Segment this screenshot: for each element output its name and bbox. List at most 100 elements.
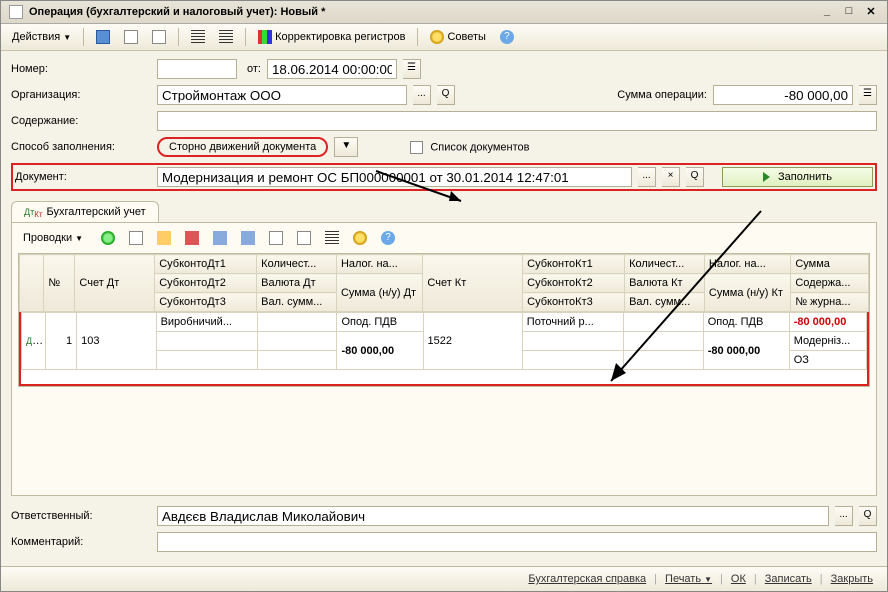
correction-label: Корректировка регистров bbox=[275, 31, 405, 43]
tab-accounting[interactable]: Бухгалтерский учет bbox=[11, 201, 159, 222]
col-subkt1[interactable]: СубконтоКт1 bbox=[523, 255, 625, 274]
sum-calc-button[interactable]: ☰ bbox=[859, 85, 877, 105]
tips-label: Советы bbox=[447, 31, 485, 43]
postings-menu[interactable]: Проводки ▼ bbox=[18, 230, 88, 246]
chevron-down-icon: ▼ bbox=[75, 234, 83, 243]
chevron-down-icon: ▼ bbox=[704, 575, 712, 584]
help-button[interactable]: ? bbox=[495, 28, 519, 46]
copy-row-button[interactable] bbox=[124, 229, 148, 247]
col-subdt1[interactable]: СубконтоДт1 bbox=[155, 255, 257, 274]
sub-btn-2[interactable] bbox=[292, 229, 316, 247]
org-label: Организация: bbox=[11, 89, 151, 101]
col-currdt[interactable]: Валюта Дт bbox=[257, 274, 337, 293]
sub-btn-4[interactable] bbox=[348, 229, 372, 247]
col-valsum-kt[interactable]: Вал. сумм... bbox=[625, 293, 705, 312]
print-label: Печать bbox=[665, 573, 701, 585]
accounting-report-link[interactable]: Бухгалтерская справка bbox=[524, 573, 650, 585]
window-doc-icon bbox=[9, 5, 23, 19]
tips-button[interactable]: Советы bbox=[425, 28, 490, 46]
add-row-button[interactable] bbox=[96, 229, 120, 247]
col-sum[interactable]: Сумма bbox=[791, 255, 869, 274]
toolbar-btn-4[interactable] bbox=[186, 28, 210, 46]
col-acc-dt[interactable]: Счет Дт bbox=[75, 255, 155, 312]
org-open-button[interactable]: Q bbox=[437, 85, 455, 105]
toolbar-btn-3[interactable] bbox=[147, 28, 171, 46]
col-journal[interactable]: № журна... bbox=[791, 293, 869, 312]
sub-btn-1[interactable] bbox=[264, 229, 288, 247]
content-label: Содержание: bbox=[11, 115, 151, 127]
doc-clear-button[interactable]: × bbox=[662, 167, 680, 187]
play-icon bbox=[763, 172, 770, 182]
doc-label: Документ: bbox=[15, 171, 151, 183]
col-num[interactable]: № bbox=[44, 255, 75, 312]
edit-row-button[interactable] bbox=[152, 229, 176, 247]
col-content[interactable]: Содержа... bbox=[791, 274, 869, 293]
doc-icon bbox=[124, 30, 138, 44]
col-tax-kt[interactable]: Налог. на... bbox=[704, 255, 790, 274]
date-input[interactable] bbox=[267, 59, 397, 79]
ok-button[interactable]: ОК bbox=[727, 573, 750, 585]
org-select-button[interactable]: ... bbox=[413, 85, 431, 105]
doc-input[interactable] bbox=[157, 167, 632, 187]
responsible-select-button[interactable]: ... bbox=[835, 506, 853, 526]
sum-input[interactable] bbox=[713, 85, 853, 105]
date-picker-button[interactable]: ☰ bbox=[403, 59, 421, 79]
number-label: Номер: bbox=[11, 63, 151, 75]
sub-btn-3[interactable] bbox=[320, 229, 344, 247]
sum-label: Сумма операции: bbox=[617, 89, 707, 101]
col-subdt2[interactable]: СубконтоДт2 bbox=[155, 274, 257, 293]
print-menu[interactable]: Печать ▼ bbox=[661, 573, 716, 585]
registers-correction-button[interactable]: Корректировка регистров bbox=[253, 28, 410, 46]
toolbar-btn-2[interactable] bbox=[119, 28, 143, 46]
actions-menu[interactable]: Действия ▼ bbox=[7, 29, 76, 45]
maximize-button[interactable]: □ bbox=[841, 5, 857, 19]
icon bbox=[353, 231, 367, 245]
titlebar: Операция (бухгалтерский и налоговый учет… bbox=[1, 1, 887, 24]
col-acc-kt[interactable]: Счет Кт bbox=[423, 255, 523, 312]
save-icon-button[interactable] bbox=[91, 28, 115, 46]
doc-icon bbox=[152, 30, 166, 44]
x-icon bbox=[185, 231, 199, 245]
responsible-input[interactable] bbox=[157, 506, 829, 526]
cell-subkt1: Поточний р... bbox=[522, 313, 623, 332]
col-qty[interactable]: Количест... bbox=[257, 255, 337, 274]
col-currkt[interactable]: Валюта Кт bbox=[625, 274, 705, 293]
col-valsum[interactable]: Вал. сумм... bbox=[257, 293, 337, 312]
doc-select-button[interactable]: ... bbox=[638, 167, 656, 187]
icon bbox=[325, 231, 339, 245]
toolbar-btn-5[interactable] bbox=[214, 28, 238, 46]
fill-method-dropdown[interactable]: ▼ bbox=[334, 137, 358, 157]
number-input[interactable] bbox=[157, 59, 237, 79]
col-subkt2[interactable]: СубконтоКт2 bbox=[523, 274, 625, 293]
close-link[interactable]: Закрыть bbox=[827, 573, 877, 585]
postings-grid[interactable]: № Счет Дт СубконтоДт1 Количест... Налог.… bbox=[18, 253, 870, 387]
col-tax[interactable]: Налог. на... bbox=[336, 255, 422, 274]
bulb-icon bbox=[430, 30, 444, 44]
save-button[interactable]: Записать bbox=[761, 573, 816, 585]
close-button[interactable]: ✕ bbox=[863, 5, 879, 19]
comment-input[interactable] bbox=[157, 532, 877, 552]
table-row[interactable]: 1 103 Виробничий... Опод. ПДВ 1522 Поточ… bbox=[22, 313, 867, 332]
col-sumnu-dt[interactable]: Сумма (н/у) Дт bbox=[336, 274, 422, 312]
content-input[interactable] bbox=[157, 111, 877, 131]
cell-acc-dt: 103 bbox=[77, 313, 156, 370]
cell-tax-dt: Опод. ПДВ bbox=[337, 313, 423, 332]
delete-row-button[interactable] bbox=[180, 229, 204, 247]
list-icon bbox=[219, 30, 233, 44]
minimize-button[interactable]: _ bbox=[819, 5, 835, 19]
doc-list-checkbox[interactable] bbox=[410, 141, 423, 154]
footer: Бухгалтерская справка | Печать ▼ | ОК | … bbox=[1, 566, 887, 591]
org-input[interactable] bbox=[157, 85, 407, 105]
fill-button[interactable]: Заполнить bbox=[722, 167, 873, 187]
move-up-button[interactable] bbox=[208, 229, 232, 247]
col-sumnu-kt[interactable]: Сумма (н/у) Кт bbox=[704, 274, 790, 312]
responsible-open-button[interactable]: Q bbox=[859, 506, 877, 526]
cell-sum: -80 000,00 bbox=[789, 313, 866, 332]
doc-open-button[interactable]: Q bbox=[686, 167, 704, 187]
col-qty-kt[interactable]: Количест... bbox=[625, 255, 705, 274]
col-subkt3[interactable]: СубконтоКт3 bbox=[523, 293, 625, 312]
move-down-button[interactable] bbox=[236, 229, 260, 247]
sub-btn-5[interactable]: ? bbox=[376, 229, 400, 247]
cell-tax-kt: Опод. ПДВ bbox=[703, 313, 789, 332]
col-subdt3[interactable]: СубконтоДт3 bbox=[155, 293, 257, 312]
